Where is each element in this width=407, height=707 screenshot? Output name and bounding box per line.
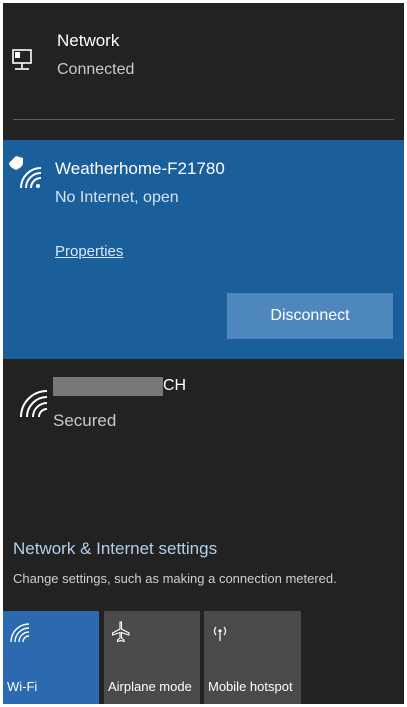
- hotspot-tile-label: Mobile hotspot: [208, 679, 293, 694]
- airplane-tile-label: Airplane mode: [108, 679, 192, 694]
- wifi-warning-shield-icon: [9, 156, 42, 189]
- monitor-network-icon: [12, 49, 32, 70]
- wired-network-item[interactable]: Network Connected: [3, 3, 404, 123]
- connected-wifi-item[interactable]: Weatherhome-F21780 No Internet, open Pro…: [3, 140, 404, 359]
- wifi-icon: [20, 390, 48, 418]
- properties-link[interactable]: Properties: [55, 243, 123, 260]
- redacted-network-name: [53, 377, 163, 396]
- disconnect-button[interactable]: Disconnect: [227, 293, 393, 339]
- wifi-network-status: Secured: [53, 411, 117, 430]
- airplane-icon: [111, 621, 130, 643]
- network-name-suffix: CH: [163, 377, 187, 394]
- connected-network-status: No Internet, open: [55, 189, 179, 206]
- wifi-tile-label: Wi-Fi: [7, 679, 38, 694]
- connected-network-name: Weatherhome-F21780: [55, 159, 225, 178]
- divider: [13, 119, 394, 120]
- hotspot-icon: [213, 626, 227, 641]
- mobile-hotspot-tile[interactable]: Mobile hotspot: [204, 611, 301, 704]
- wifi-icon: [10, 623, 30, 643]
- network-flyout: Network Connected Weatherhome-F21780 No …: [3, 3, 404, 704]
- wifi-network-item[interactable]: CH Secured: [3, 359, 404, 499]
- network-settings-link[interactable]: Network & Internet settings: [13, 539, 217, 559]
- wired-network-status: Connected: [57, 61, 135, 78]
- network-settings-description: Change settings, such as making a connec…: [13, 571, 337, 586]
- wired-network-name: Network: [57, 31, 120, 50]
- airplane-mode-tile[interactable]: Airplane mode: [104, 611, 200, 704]
- wifi-toggle-tile[interactable]: Wi-Fi: [3, 611, 99, 704]
